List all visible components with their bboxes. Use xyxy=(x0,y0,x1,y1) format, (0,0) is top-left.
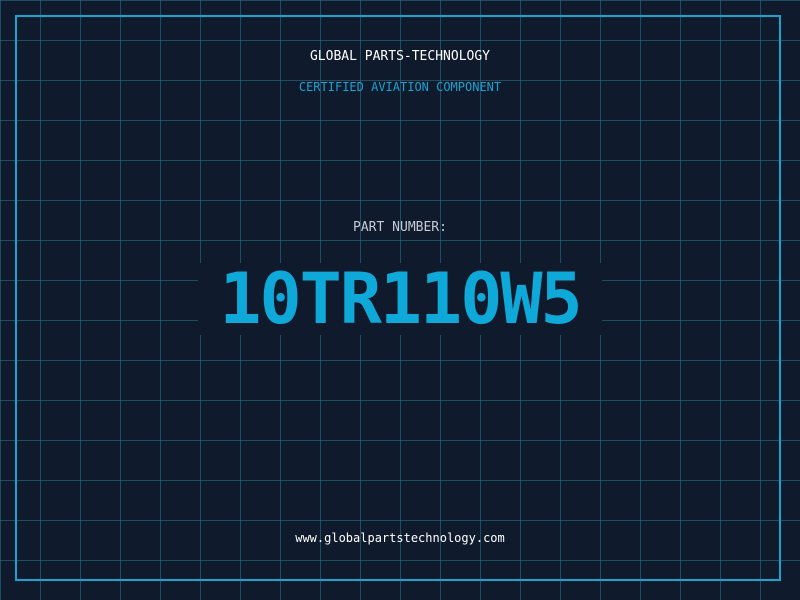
brand-name: GLOBAL PARTS-TECHNOLOGY xyxy=(309,49,490,64)
part-number-value: 10TR110W5 xyxy=(219,258,582,340)
part-number-label: PART NUMBER: xyxy=(353,220,447,235)
part-number-panel: 10TR110W5 xyxy=(198,263,602,335)
tagline: CERTIFIED AVIATION COMPONENT xyxy=(298,80,502,94)
website-url: www.globalpartstechnology.com xyxy=(295,531,505,545)
label-canvas: GLOBAL PARTS-TECHNOLOGY CERTIFIED AVIATI… xyxy=(0,0,800,600)
